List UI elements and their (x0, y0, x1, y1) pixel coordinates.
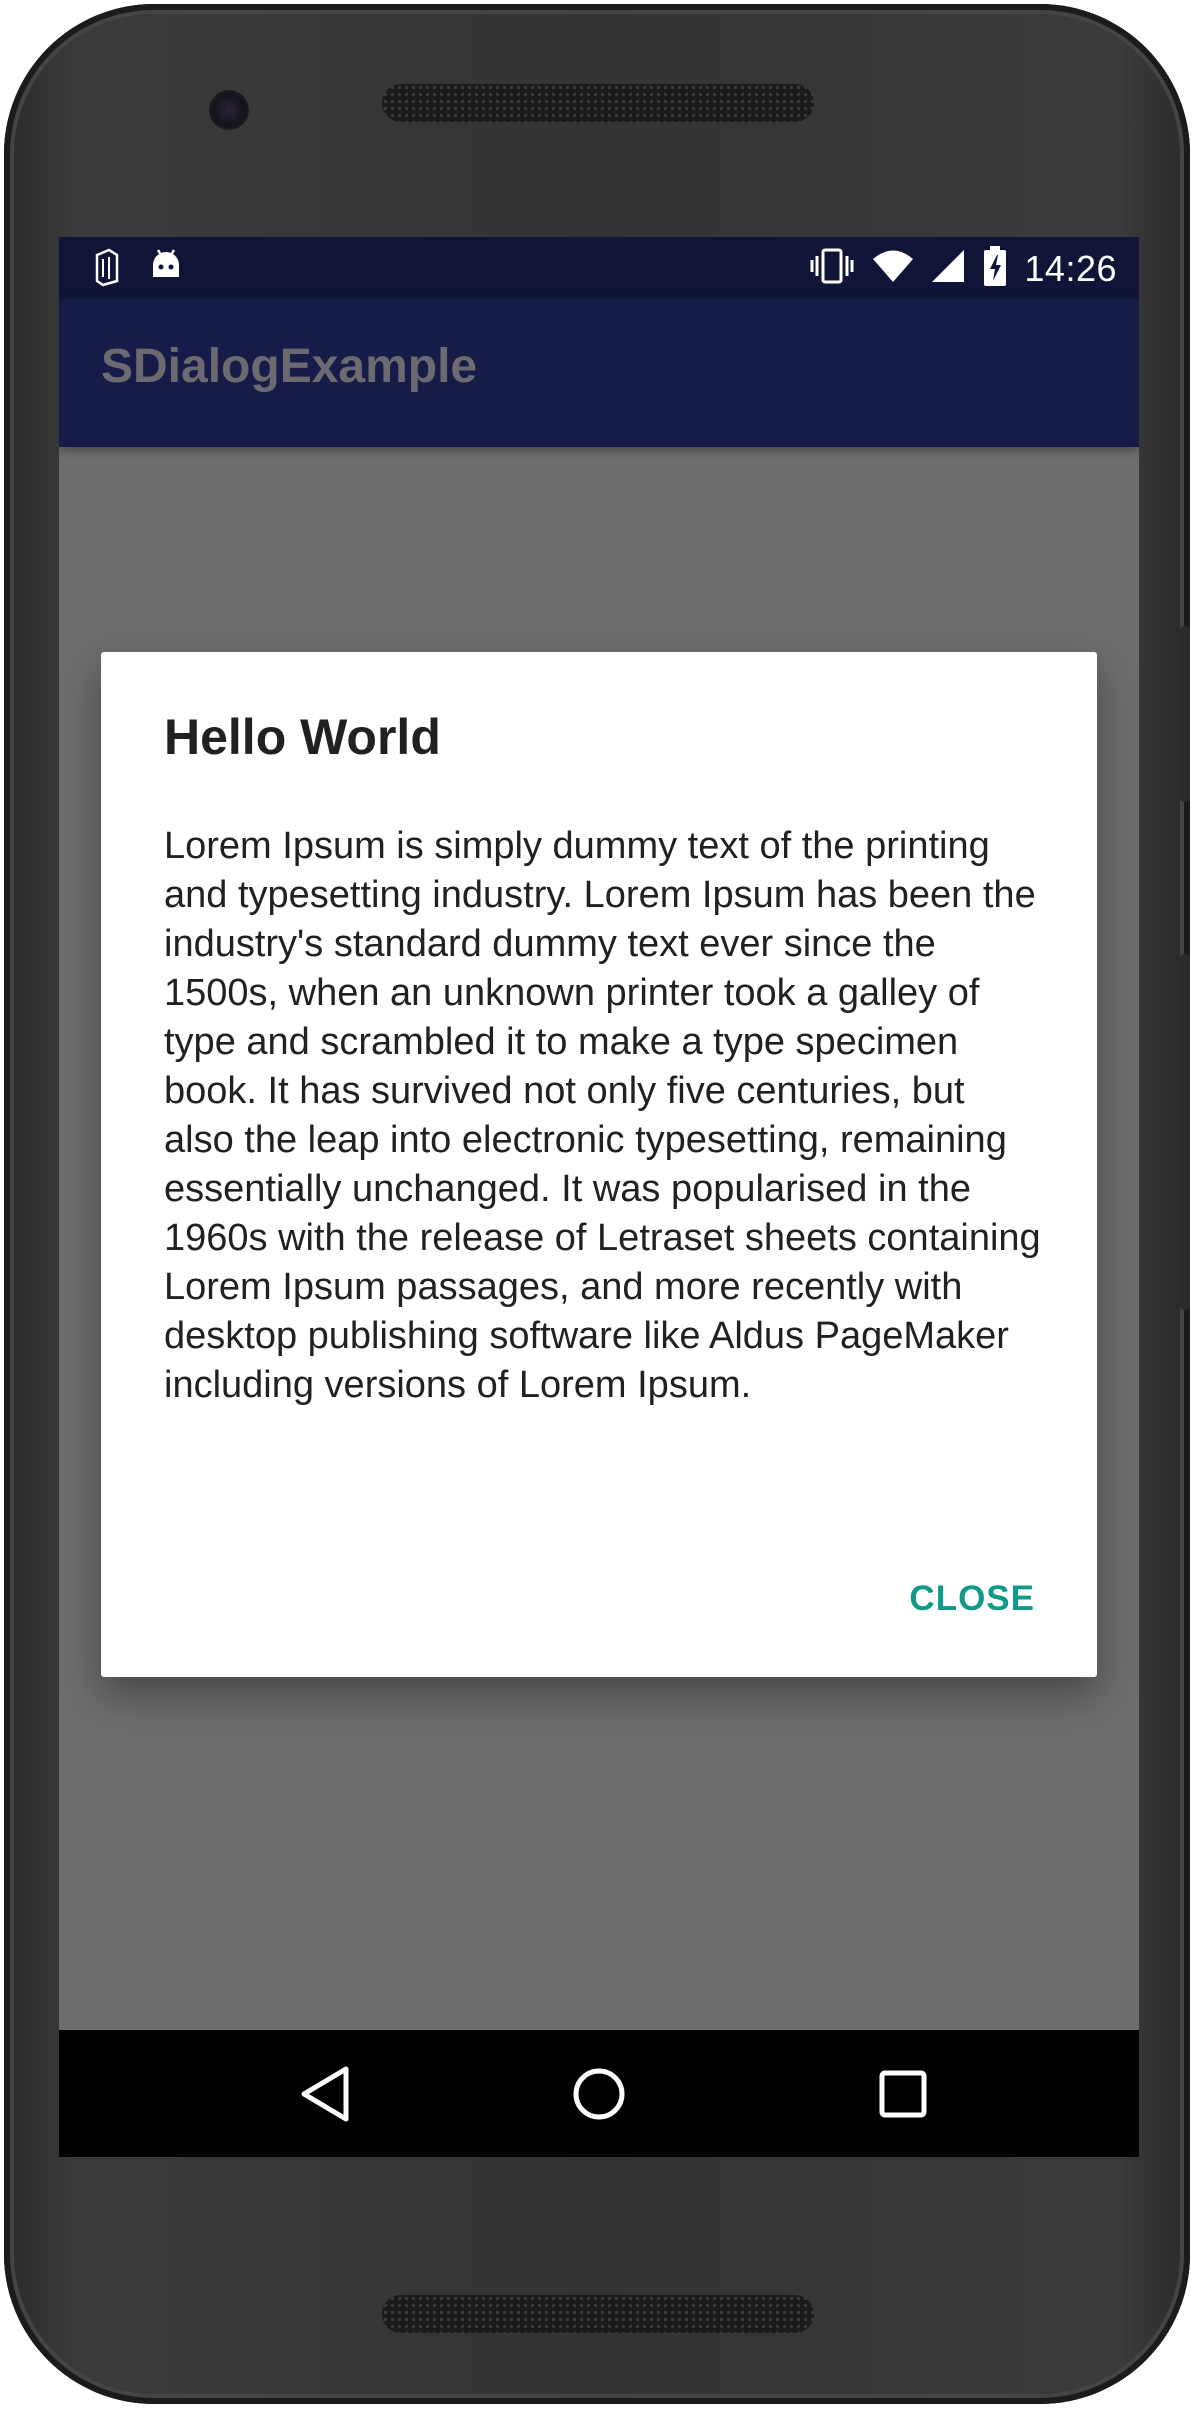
front-camera (209, 90, 249, 130)
dialog-title: Hello World (164, 709, 441, 765)
vibrate-icon (808, 246, 856, 291)
volume-button (1180, 626, 1190, 802)
top-speaker (382, 84, 814, 122)
status-time: 14:26 (1024, 247, 1117, 289)
cell-signal-icon (930, 248, 966, 289)
wifi-icon (872, 248, 914, 289)
screen: 14:26 SDialogExample Hello World Lorem I… (59, 237, 1139, 2157)
status-bar: 14:26 (59, 237, 1139, 299)
power-button (1180, 954, 1190, 1310)
recents-icon[interactable] (869, 2060, 937, 2128)
battery-charging-icon (982, 245, 1008, 292)
android-icon (149, 247, 183, 292)
home-icon[interactable] (565, 2060, 633, 2128)
sim-card-icon (91, 247, 121, 292)
app-bar: SDialogExample (59, 299, 1139, 447)
close-button[interactable]: CLOSE (909, 1579, 1035, 1619)
app-title: SDialogExample (101, 340, 478, 393)
dialog-message: Lorem Ipsum is simply dummy text of the … (164, 825, 1041, 1406)
back-icon[interactable] (291, 2060, 359, 2128)
navigation-bar (59, 2030, 1139, 2157)
phone-frame: 14:26 SDialogExample Hello World Lorem I… (4, 4, 1190, 2404)
bottom-speaker (382, 2295, 814, 2333)
dialog: Hello World Lorem Ipsum is simply dummy … (101, 652, 1097, 1677)
